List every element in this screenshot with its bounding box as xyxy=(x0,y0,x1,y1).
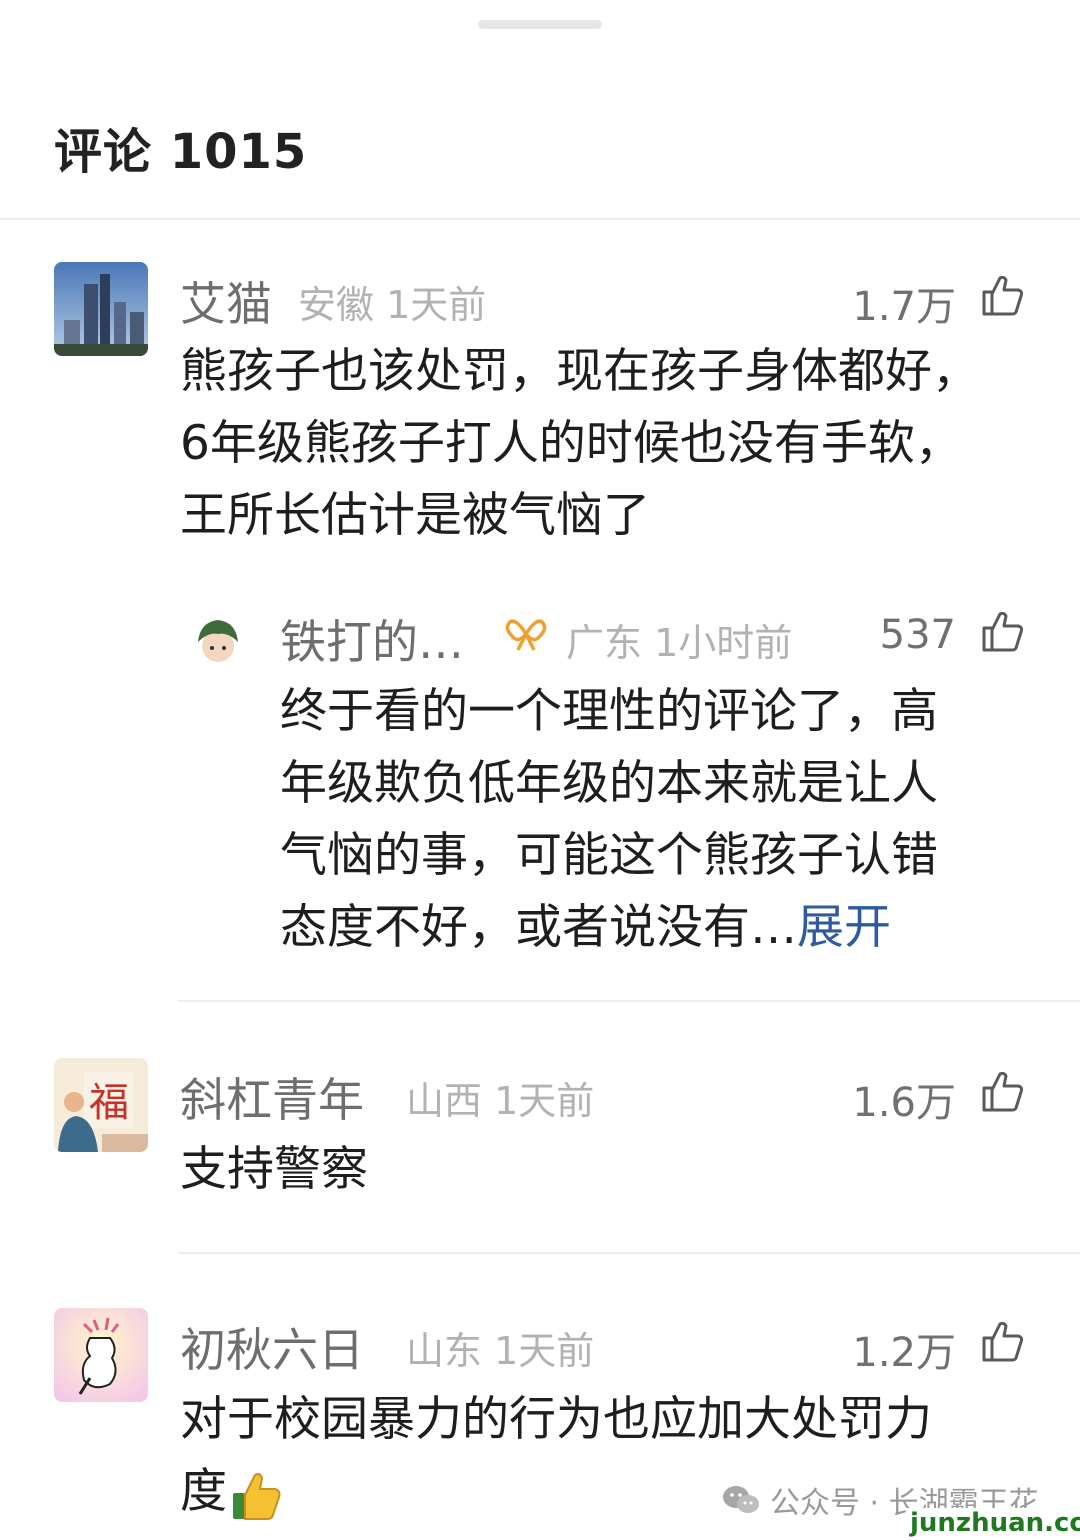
like-count: 1.7万 xyxy=(852,284,956,330)
avatar[interactable] xyxy=(54,262,148,356)
thumbs-up-emoji-icon xyxy=(233,1472,281,1520)
comment-divider xyxy=(178,1252,1080,1254)
comment-divider xyxy=(178,1000,1080,1002)
comment-location: 安徽 xyxy=(298,283,375,327)
comment-sheet: 评论 1015 艾猫 安徽 1天前 1.7万 熊孩子也该处罚，现在孩子身体都好，… xyxy=(0,0,1080,1540)
thumbs-up-outline-icon[interactable] xyxy=(978,1318,1026,1366)
thumbs-up-outline-icon[interactable] xyxy=(978,272,1026,320)
comment-text-line: 熊孩子也该处罚，现在孩子身体都好， xyxy=(180,344,979,399)
comment-meta: 安徽 1天前 xyxy=(298,274,486,329)
avatar-glyph: 福 xyxy=(89,1080,129,1126)
thumbs-up-outline-icon[interactable] xyxy=(978,1068,1026,1116)
reply-time: 1小时前 xyxy=(654,621,793,665)
site-watermark: junzhuan.com xyxy=(906,1508,1080,1538)
comment-location: 山东 xyxy=(406,1329,483,1373)
like-count: 1.2万 xyxy=(852,1330,956,1376)
ribbon-badge-icon xyxy=(505,619,547,651)
comment-location: 山西 xyxy=(406,1079,483,1123)
comment-author[interactable]: 斜杠青年 xyxy=(180,1064,364,1130)
comment-time: 1天前 xyxy=(494,1079,595,1123)
like-count: 1.6万 xyxy=(852,1080,956,1126)
reply-like-count: 537 xyxy=(879,612,956,658)
avatar[interactable] xyxy=(54,1308,148,1402)
comment-text-line: 对于校园暴力的行为也应加大处罚力 xyxy=(180,1392,932,1447)
thumbs-up-outline-icon[interactable] xyxy=(978,608,1026,656)
reply-text: 终于看的一个理性的评论了，高 年级欺负低年级的本来就是让人 气恼的事，可能这个熊… xyxy=(280,676,938,964)
header-divider xyxy=(0,218,1080,220)
wechat-icon xyxy=(723,1486,759,1513)
comment-text-line: 支持警察 xyxy=(180,1142,368,1197)
comment-meta: 山东 1天前 xyxy=(406,1320,594,1375)
comment-text: 熊孩子也该处罚，现在孩子身体都好， 6年级熊孩子打人的时候也没有手软， 王所长估… xyxy=(180,336,979,552)
comment-text-line: 王所长估计是被气恼了 xyxy=(180,488,650,543)
reply-text-last-line: 态度不好，或者说没有…展开 xyxy=(280,892,938,964)
comments-title: 评论 1015 xyxy=(54,124,308,180)
comment-author[interactable]: 艾猫 xyxy=(180,268,272,334)
comment-time: 1天前 xyxy=(494,1329,595,1373)
comment-text-line: 6年级熊孩子打人的时候也没有手软， xyxy=(180,416,962,471)
reply-text-line: 年级欺负低年级的本来就是让人 xyxy=(280,756,938,811)
comment-text-line: 度 xyxy=(180,1464,227,1519)
avatar[interactable]: 福 xyxy=(54,1058,148,1152)
comment-meta: 山西 1天前 xyxy=(406,1070,594,1125)
reply-text-truncated: 态度不好，或者说没有… xyxy=(280,900,797,955)
reply-avatar[interactable] xyxy=(190,612,246,668)
expand-link[interactable]: 展开 xyxy=(797,900,891,955)
comment-time: 1天前 xyxy=(386,283,487,327)
reply-location: 广东 xyxy=(566,621,643,665)
reply-meta: 广东 1小时前 xyxy=(566,612,792,667)
reply-text-line: 气恼的事，可能这个熊孩子认错 xyxy=(280,828,938,883)
comment-text: 支持警察 xyxy=(180,1134,368,1206)
reply-author[interactable]: 铁打的… xyxy=(280,606,464,672)
reply-text-line: 终于看的一个理性的评论了，高 xyxy=(280,684,938,739)
drag-handle[interactable] xyxy=(478,20,602,29)
comment-author[interactable]: 初秋六日 xyxy=(180,1314,364,1380)
